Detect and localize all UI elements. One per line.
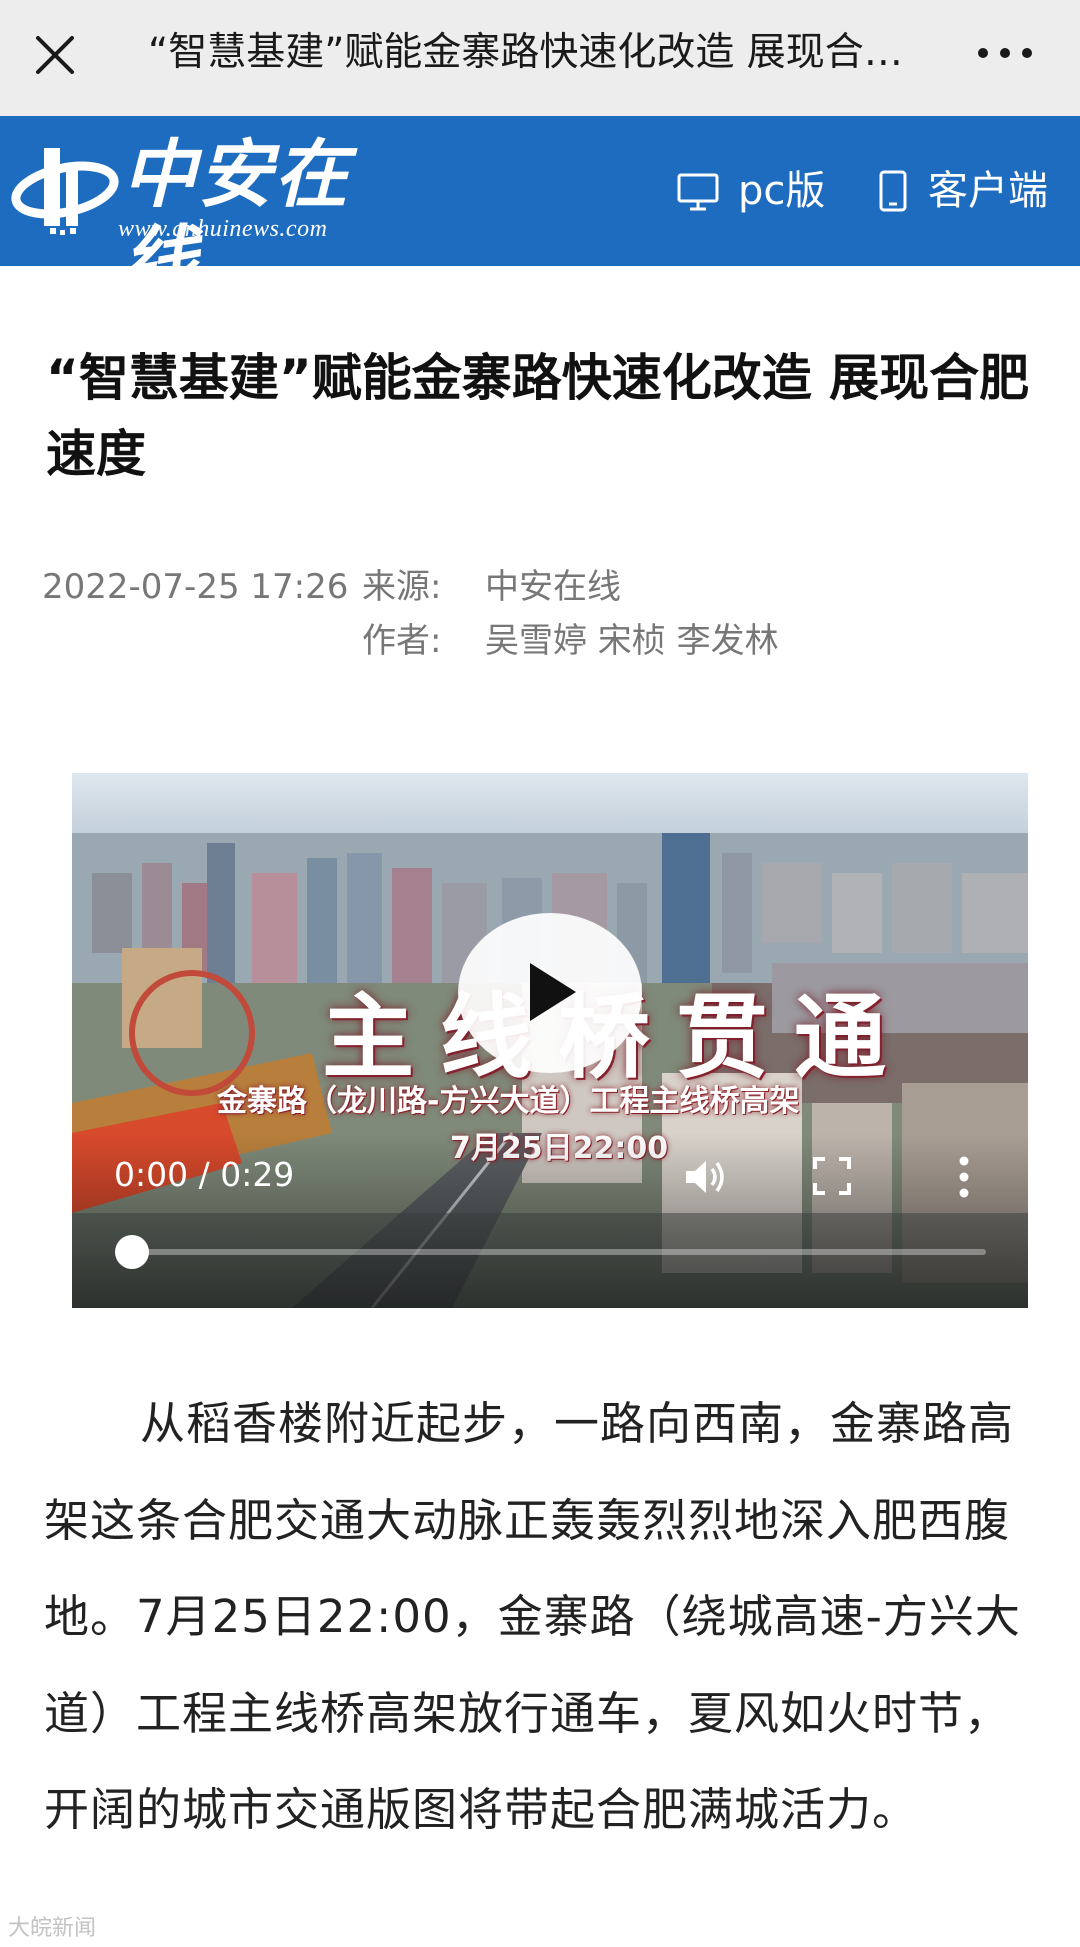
monitor-icon [677, 173, 719, 211]
site-header: 中安在线 www.anhuinews.com pc版 客户端 [0, 116, 1080, 304]
fullscreen-icon[interactable] [812, 1156, 852, 1196]
client-app-link[interactable]: 客户端 [876, 164, 1048, 218]
site-logo[interactable]: 中安在线 www.anhuinews.com [10, 130, 400, 304]
author-value: 吴雪婷 宋桢 李发林 [485, 621, 779, 661]
volume-icon[interactable] [682, 1153, 730, 1201]
article-body-paragraph: 从稻香楼附近起步，一路向西南，金寨路高架这条合肥交通大动脉正轰轰烈烈地深入肥西腹… [44, 1397, 1021, 1836]
video-progress-handle[interactable] [115, 1235, 149, 1269]
video-progress-track[interactable] [130, 1249, 986, 1255]
logo-url: www.anhuinews.com [118, 216, 328, 242]
more-horizontal-icon[interactable] [975, 33, 1035, 73]
video-more-options-icon[interactable] [952, 1153, 976, 1201]
source-value: 中安在线 [485, 567, 621, 607]
author-label: 作者: [362, 621, 442, 661]
logo-mark-icon [11, 148, 119, 235]
video-player[interactable]: 主线桥贯通 金寨路（龙川路-方兴大道）工程主线桥高架 7月25日22:00 0:… [72, 773, 1028, 1308]
close-icon[interactable] [30, 30, 80, 80]
mobile-phone-icon [879, 170, 907, 212]
video-time-display: 0:00 / 0:29 [114, 1155, 295, 1194]
play-icon [530, 963, 576, 1021]
article-headline: “智慧基建”赋能金寨路快速化改造 展现合肥速度 [46, 349, 1030, 483]
window-title: “智慧基建”赋能金寨路快速化改造 展现合肥速度 [148, 30, 928, 75]
pc-version-label: pc版 [738, 168, 826, 214]
pc-version-link[interactable]: pc版 [676, 164, 825, 218]
video-overlay-subtitle: 金寨路（龙川路-方兴大道）工程主线桥高架 [217, 1084, 800, 1119]
watermark: 大皖新闻 [8, 1916, 97, 1941]
client-app-label: 客户端 [928, 168, 1048, 214]
play-button[interactable] [458, 913, 642, 1073]
publish-date: 2022-07-25 17:26 [42, 567, 349, 607]
app-top-bar: “智慧基建”赋能金寨路快速化改造 展现合肥速度 [0, 0, 1080, 116]
source-label: 来源: [362, 567, 442, 607]
